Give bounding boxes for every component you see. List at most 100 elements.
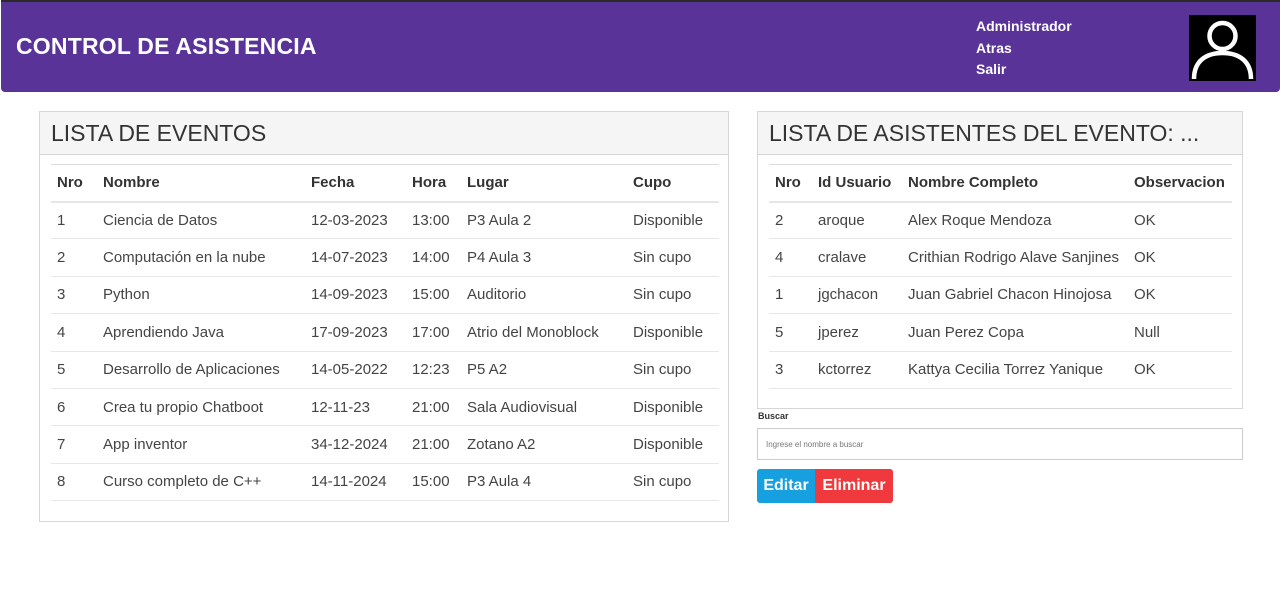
menu-atras-link[interactable]: Atras [976, 38, 1072, 60]
attendees-cell-nro: 4 [769, 238, 812, 277]
events-row[interactable]: 8 Curso completo de C++ 14-11-2024 15:00 P3 … [51, 463, 719, 502]
events-row[interactable]: 4 Aprendiendo Java 17-09-2023 17:00 Atrio de… [51, 313, 719, 352]
events-cell-cupo: Sin cupo [627, 238, 719, 277]
events-cell-nombre: Python [97, 276, 305, 315]
attendees-cell-nro: 1 [769, 276, 812, 315]
events-cell-lugar: P3 Aula 4 [461, 463, 627, 502]
col-fecha: Fecha [305, 164, 406, 203]
events-cell-nombre: Crea tu propio Chatboot [97, 388, 305, 427]
attendees-cell-id-usuario: jgchacon [812, 276, 902, 315]
events-cell-nro: 3 [51, 276, 97, 315]
events-cell-hora: 12:23 [406, 351, 461, 389]
events-row[interactable]: 2 Computación en la nube 14-07-2023 14:00 P4… [51, 238, 719, 277]
events-cell-fecha: 14-09-2023 [305, 276, 406, 315]
menu-salir-link[interactable]: Salir [976, 59, 1072, 81]
events-cell-cupo: Sin cupo [627, 463, 719, 502]
attendees-row[interactable]: 5 jperez Juan Perez Copa Null [769, 313, 1232, 352]
col-nombre-completo: Nombre Completo [902, 164, 1128, 203]
attendees-cell-id-usuario: kctorrez [812, 351, 902, 389]
attendees-cell-nombre-completo: Kattya Cecilia Torrez Yanique [902, 351, 1128, 389]
attendees-panel-title: LISTA DE ASISTENTES DEL EVENTO: ... [758, 112, 1242, 155]
events-cell-cupo: Sin cupo [627, 276, 719, 315]
attendees-cell-nombre-completo: Juan Perez Copa [902, 313, 1128, 352]
user-silhouette-icon[interactable] [1189, 15, 1256, 81]
col-id-usuario: Id Usuario [812, 164, 902, 203]
events-cell-lugar: Sala Audiovisual [461, 388, 627, 427]
events-cell-hora: 13:00 [406, 201, 461, 240]
events-table: Nro Nombre Fecha Hora Lugar Cupo 1 Cienci… [51, 164, 719, 502]
events-cell-nombre: Desarrollo de Aplicaciones [97, 351, 305, 389]
attendees-cell-observacion: OK [1128, 351, 1232, 389]
col-cupo: Cupo [627, 164, 719, 203]
events-cell-fecha: 14-05-2022 [305, 351, 406, 389]
events-cell-nombre: Curso completo de C++ [97, 463, 305, 502]
menu-administrador-link[interactable]: Administrador [976, 16, 1072, 38]
events-cell-nombre: App inventor [97, 425, 305, 464]
events-panel: LISTA DE EVENTOS Nro Nombre Fecha Hora L… [39, 111, 729, 522]
events-cell-cupo: Sin cupo [627, 351, 719, 389]
events-cell-cupo: Disponible [627, 425, 719, 464]
events-row[interactable]: 6 Crea tu propio Chatboot 12-11-23 21:00 Sal… [51, 388, 719, 427]
events-cell-nro: 8 [51, 463, 97, 502]
attendees-panel: LISTA DE ASISTENTES DEL EVENTO: ... Nro … [757, 111, 1243, 409]
col-nro: Nro [769, 164, 812, 203]
events-cell-lugar: P4 Aula 3 [461, 238, 627, 277]
attendees-row[interactable]: 1 jgchacon Juan Gabriel Chacon Hinojosa OK [769, 276, 1232, 315]
events-row[interactable]: 1 Ciencia de Datos 12-03-2023 13:00 P3 Aula … [51, 201, 719, 240]
events-cell-lugar: Atrio del Monoblock [461, 313, 627, 352]
events-cell-lugar: Auditorio [461, 276, 627, 315]
col-lugar: Lugar [461, 164, 627, 203]
events-cell-hora: 21:00 [406, 388, 461, 427]
attendees-cell-nombre-completo: Alex Roque Mendoza [902, 201, 1128, 240]
events-cell-hora: 15:00 [406, 463, 461, 502]
attendees-row[interactable]: 2 aroque Alex Roque Mendoza OK [769, 201, 1232, 240]
events-cell-lugar: P5 A2 [461, 351, 627, 389]
events-cell-hora: 17:00 [406, 313, 461, 352]
events-cell-nro: 1 [51, 201, 97, 240]
events-cell-lugar: P3 Aula 2 [461, 201, 627, 240]
attendees-row[interactable]: 4 cralave Crithian Rodrigo Alave Sanjines O… [769, 238, 1232, 277]
events-cell-fecha: 34-12-2024 [305, 425, 406, 464]
events-cell-fecha: 12-11-23 [305, 388, 406, 427]
events-cell-hora: 15:00 [406, 276, 461, 315]
attendees-row[interactable]: 3 kctorrez Kattya Cecilia Torrez Yanique OK [769, 351, 1232, 389]
events-cell-nombre: Ciencia de Datos [97, 201, 305, 240]
attendees-cell-nro: 2 [769, 201, 812, 240]
attendees-cell-observacion: OK [1128, 276, 1232, 315]
attendees-table-header: Nro Id Usuario Nombre Completo Observaci… [769, 164, 1232, 203]
events-cell-fecha: 17-09-2023 [305, 313, 406, 352]
attendees-cell-observacion: OK [1128, 238, 1232, 277]
events-row[interactable]: 7 App inventor 34-12-2024 21:00 Zotano A2 Dis… [51, 425, 719, 464]
events-cell-hora: 14:00 [406, 238, 461, 277]
events-row[interactable]: 5 Desarrollo de Aplicaciones 14-05-2022 12:… [51, 351, 719, 389]
events-cell-fecha: 14-11-2024 [305, 463, 406, 502]
attendees-cell-nombre-completo: Crithian Rodrigo Alave Sanjines [902, 238, 1128, 277]
events-cell-nro: 5 [51, 351, 97, 389]
attendees-cell-id-usuario: jperez [812, 313, 902, 352]
events-cell-lugar: Zotano A2 [461, 425, 627, 464]
events-cell-hora: 21:00 [406, 425, 461, 464]
events-cell-nro: 2 [51, 238, 97, 277]
search-label: Buscar [758, 411, 789, 421]
col-nombre: Nombre [97, 164, 305, 203]
events-cell-nombre: Aprendiendo Java [97, 313, 305, 352]
app-title: CONTROL DE ASISTENCIA [16, 33, 317, 59]
attendees-cell-nro: 5 [769, 313, 812, 352]
events-cell-fecha: 12-03-2023 [305, 201, 406, 240]
search-input[interactable] [757, 428, 1243, 460]
col-nro: Nro [51, 164, 97, 203]
col-observacion: Observacion [1128, 164, 1232, 203]
events-row[interactable]: 3 Python 14-09-2023 15:00 Auditorio Sin cupo [51, 276, 719, 315]
attendees-cell-id-usuario: cralave [812, 238, 902, 277]
top-navbar: CONTROL DE ASISTENCIA Administrador Atra… [1, 0, 1280, 92]
events-cell-cupo: Disponible [627, 201, 719, 240]
col-hora: Hora [406, 164, 461, 203]
user-menu: Administrador Atras Salir [976, 16, 1072, 81]
events-cell-cupo: Disponible [627, 388, 719, 427]
attendees-cell-id-usuario: aroque [812, 201, 902, 240]
events-panel-title: LISTA DE EVENTOS [40, 112, 728, 155]
events-cell-nombre: Computación en la nube [97, 238, 305, 277]
delete-button[interactable]: Eliminar [815, 469, 893, 503]
edit-button[interactable]: Editar [757, 469, 815, 503]
events-cell-nro: 4 [51, 313, 97, 352]
